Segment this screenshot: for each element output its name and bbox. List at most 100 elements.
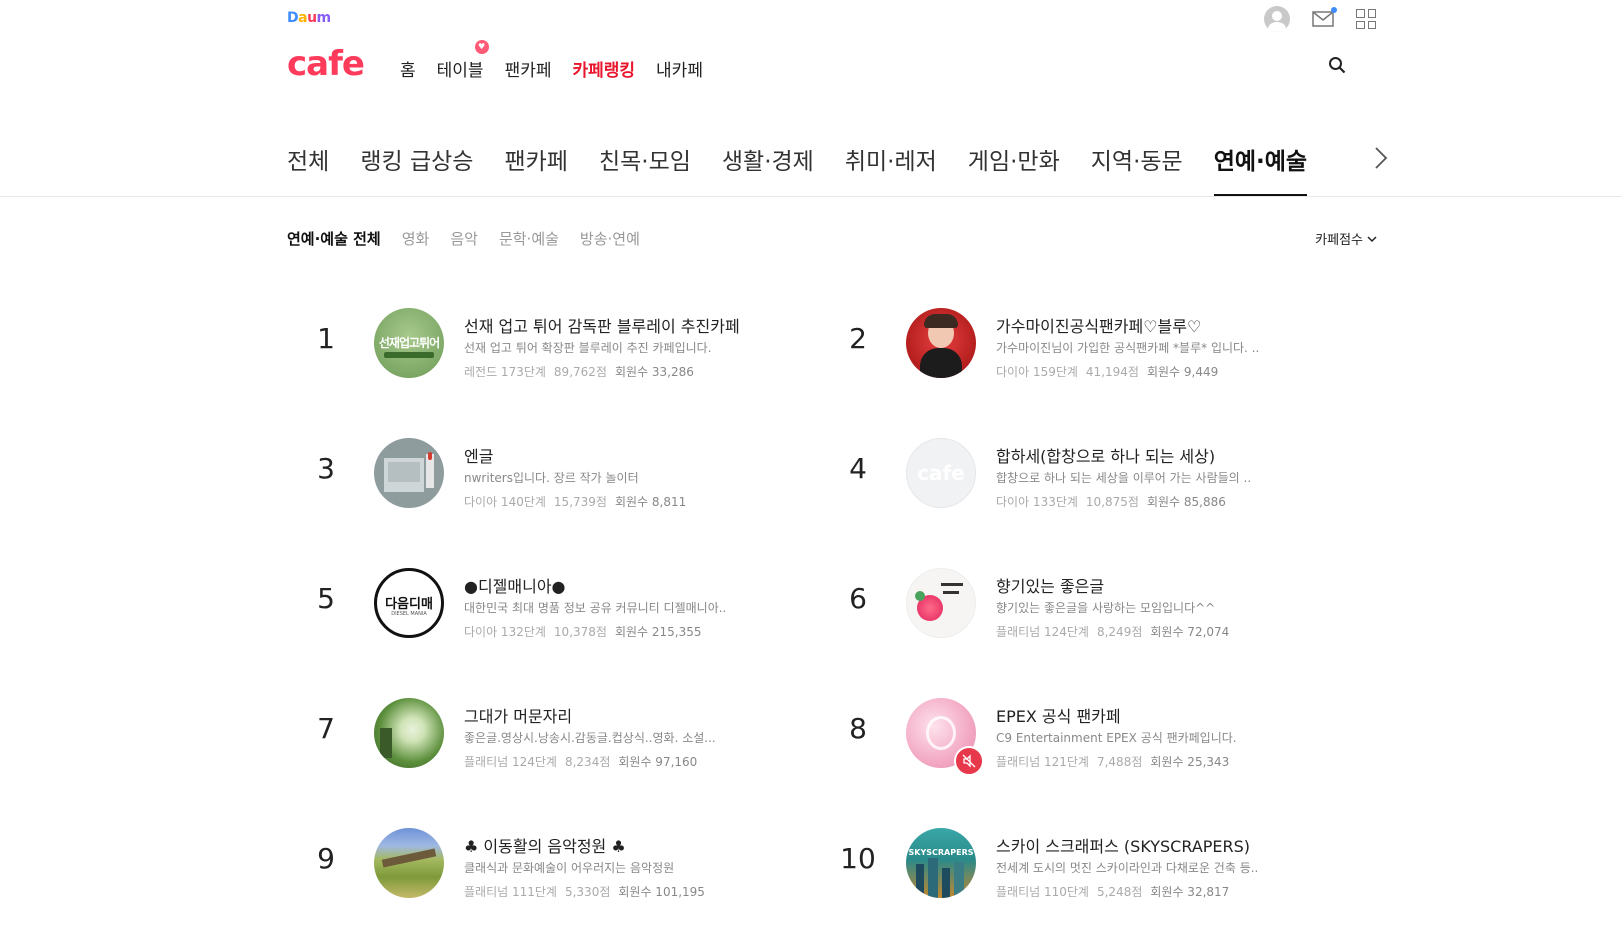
cafe-level: 레전드 173단계 [464, 365, 546, 379]
cafe-score: 8,249점 [1096, 625, 1143, 639]
cafe-description: 가수마이진님이 가입한 공식팬카페 *블루* 입니다. .. [996, 341, 1260, 355]
cafe-members: 회원수 32,817 [1150, 885, 1230, 899]
daum-logo-d: D [287, 10, 299, 26]
tab-all[interactable]: 전체 [287, 142, 329, 197]
cafe-thumbnail[interactable] [374, 438, 444, 508]
cafe-title[interactable]: 그대가 머문자리 [464, 703, 572, 727]
nav-cafe-ranking[interactable]: 카페랭킹 [572, 56, 635, 81]
thumb-text: 다음디매 [385, 597, 433, 612]
mail-notification-dot [1331, 7, 1337, 13]
cafe-meta: 다이아 159단계 41,194점 회원수 9,449 [996, 363, 1218, 380]
cafe-score: 7,488점 [1096, 755, 1143, 769]
cafe-members: 회원수 101,195 [618, 885, 705, 899]
cafe-title[interactable]: 가수마이진공식팬카페♡블루♡ [996, 313, 1201, 337]
cafe-description: 향기있는 좋은글을 사랑하는 모임입니다^^ [996, 601, 1216, 615]
cafe-description: 합창으로 하나 되는 세상을 이루어 가는 사람들의 .. [996, 471, 1252, 485]
cafe-members: 회원수 215,355 [614, 625, 702, 639]
cafe-thumbnail[interactable]: 선재업고튀어 [374, 308, 444, 378]
cafe-description: 좋은글.영상시.낭송시.감동글.컵상식..영화. 소설... [464, 731, 716, 745]
cafe-meta: 레전드 173단계 89,762점 회원수 33,286 [464, 363, 694, 380]
subtab-broadcast[interactable]: 방송·연예 [580, 228, 640, 249]
cafe-thumbnail[interactable] [906, 308, 976, 378]
ranking-item-9[interactable]: 9 ♣ 이동활의 음악정원 ♣ 클래식과 문화예술이 어우러지는 음악정원 플래… [286, 828, 806, 908]
ranking-item-3[interactable]: 3 엔글 nwriters입니다. 장르 작가 놀이터 다이아 140단계 15,… [286, 438, 806, 518]
cafe-title[interactable]: 엔글 [464, 443, 493, 467]
ranking-item-6[interactable]: 6 향기있는 좋은글 향기있는 좋은글을 사랑하는 모임입니다^^ 플래티넘 1… [818, 568, 1338, 648]
cafe-title[interactable]: 선재 업고 튀어 감독판 블루레이 추진카페 [464, 313, 740, 337]
tab-ranking-rising[interactable]: 랭킹 급상승 [360, 142, 473, 197]
thumb-text: SKYSCRAPERS [908, 848, 974, 857]
subtab-all[interactable]: 연예·예술 전체 [287, 228, 381, 249]
ranking-item-5[interactable]: 5 다음디매 DIESEL MANIA ●디젤매니아● 대한민국 최대 명품 정… [286, 568, 806, 648]
tab-life-economy[interactable]: 생활·경제 [722, 142, 814, 197]
sort-label: 카페점수 [1315, 233, 1363, 248]
daum-logo[interactable]: Daum [287, 10, 331, 26]
search-icon[interactable] [1328, 56, 1346, 74]
cafe-thumbnail[interactable] [906, 568, 976, 638]
cafe-meta: 플래티넘 111단계 5,330점 회원수 101,195 [464, 883, 705, 900]
cafe-title[interactable]: 스카이 스크래퍼스 (SKYSCRAPERS) [996, 833, 1250, 857]
subtab-music[interactable]: 음악 [450, 228, 478, 249]
cafe-level: 다이아 132단계 [464, 625, 546, 639]
cafe-meta: 플래티넘 121단계 7,488점 회원수 25,343 [996, 753, 1229, 770]
tab-game-comics[interactable]: 게임·만화 [968, 142, 1060, 197]
subtab-literature-art[interactable]: 문학·예술 [499, 228, 559, 249]
service-grid-icon[interactable] [1356, 9, 1376, 29]
cafe-description: C9 Entertainment EPEX 공식 팬카페입니다. [996, 731, 1237, 745]
thumb-text: 선재업고튀어 [378, 336, 440, 350]
tab-hobby-leisure[interactable]: 취미·레저 [845, 142, 937, 197]
ranking-item-7[interactable]: 7 그대가 머문자리 좋은글.영상시.낭송시.감동글.컵상식..영화. 소설..… [286, 698, 806, 778]
cafe-score: 10,875점 [1085, 495, 1139, 509]
sort-dropdown[interactable]: 카페점수 [1315, 229, 1377, 248]
tab-entertainment-art[interactable]: 연예·예술 [1213, 142, 1308, 197]
rank-number: 9 [317, 842, 335, 875]
cafe-level: 플래티넘 110단계 [996, 885, 1089, 899]
ranking-item-1[interactable]: 1 선재업고튀어 선재 업고 튀어 감독판 블루레이 추진카페 선재 업고 튀어… [286, 308, 806, 388]
cafe-description: 클래식과 문화예술이 어우러지는 음악정원 [464, 861, 675, 875]
category-tabs: 전체 랭킹 급상승 팬카페 친목·모임 생활·경제 취미·레저 게임·만화 지역… [287, 142, 1338, 197]
cafe-thumbnail[interactable]: 다음디매 DIESEL MANIA [374, 568, 444, 638]
rank-number: 2 [849, 322, 867, 355]
rank-number: 3 [317, 452, 335, 485]
mail-icon[interactable] [1312, 7, 1337, 27]
cafe-members: 회원수 85,886 [1146, 495, 1226, 509]
cafe-meta: 플래티넘 110단계 5,248점 회원수 32,817 [996, 883, 1229, 900]
daum-logo-a: a [298, 10, 308, 26]
cafe-logo[interactable]: cafe [287, 44, 365, 84]
cafe-level: 플래티넘 124단계 [464, 755, 557, 769]
cafe-score: 15,739점 [553, 495, 607, 509]
cafe-title[interactable]: ●디젤매니아● [464, 573, 566, 597]
daum-logo-m: m [316, 10, 332, 26]
ranking-item-2[interactable]: 2 가수마이진공식팬카페♡블루♡ 가수마이진님이 가입한 공식팬카페 *블루* … [818, 308, 1338, 388]
nav-my-cafe[interactable]: 내카페 [656, 56, 703, 81]
thumb-text: cafe [917, 461, 965, 485]
cafe-thumbnail[interactable]: SKYSCRAPERS [906, 828, 976, 898]
tab-fancafe[interactable]: 팬카페 [504, 142, 567, 197]
nav-table[interactable]: 테이블 ♥ [437, 40, 489, 81]
ranking-item-8[interactable]: 8 EPEX 공식 팬카페 C9 Entertainment EPEX 공식 팬… [818, 698, 1338, 778]
subtab-movie[interactable]: 영화 [402, 228, 430, 249]
cafe-thumbnail[interactable] [374, 698, 444, 768]
heart-icon: ♥ [474, 40, 489, 54]
cafe-title[interactable]: 합하세(합창으로 하나 되는 세상) [996, 443, 1215, 467]
cafe-title[interactable]: 향기있는 좋은글 [996, 573, 1104, 597]
cafe-title[interactable]: ♣ 이동활의 음악정원 ♣ [464, 833, 626, 857]
cafe-members: 회원수 25,343 [1150, 755, 1230, 769]
cafe-members: 회원수 8,811 [614, 495, 687, 509]
tab-social[interactable]: 친목·모임 [599, 142, 691, 197]
cafe-score: 89,762점 [553, 365, 607, 379]
ranking-item-10[interactable]: 10 SKYSCRAPERS 스카이 스크래퍼스 (SKYSCRAPERS) 전… [818, 828, 1338, 908]
nav-home[interactable]: 홈 [400, 56, 416, 81]
cafe-meta: 플래티넘 124단계 8,234점 회원수 97,160 [464, 753, 697, 770]
cafe-description: 선재 업고 튀어 확장판 블루레이 추진 카페입니다. [464, 341, 712, 355]
cafe-title[interactable]: EPEX 공식 팬카페 [996, 703, 1121, 727]
cafe-meta: 다이아 140단계 15,739점 회원수 8,811 [464, 493, 686, 510]
user-avatar-icon[interactable] [1264, 6, 1290, 32]
cafe-thumbnail[interactable]: cafe [906, 438, 976, 508]
cafe-thumbnail[interactable] [374, 828, 444, 898]
ranking-item-4[interactable]: 4 cafe 합하세(합창으로 하나 되는 세상) 합창으로 하나 되는 세상을… [818, 438, 1338, 518]
tab-region-alumni[interactable]: 지역·동문 [1091, 142, 1183, 197]
nav-fancafe[interactable]: 팬카페 [505, 56, 552, 81]
rank-number: 7 [317, 712, 335, 745]
chevron-right-icon[interactable] [1373, 146, 1389, 170]
